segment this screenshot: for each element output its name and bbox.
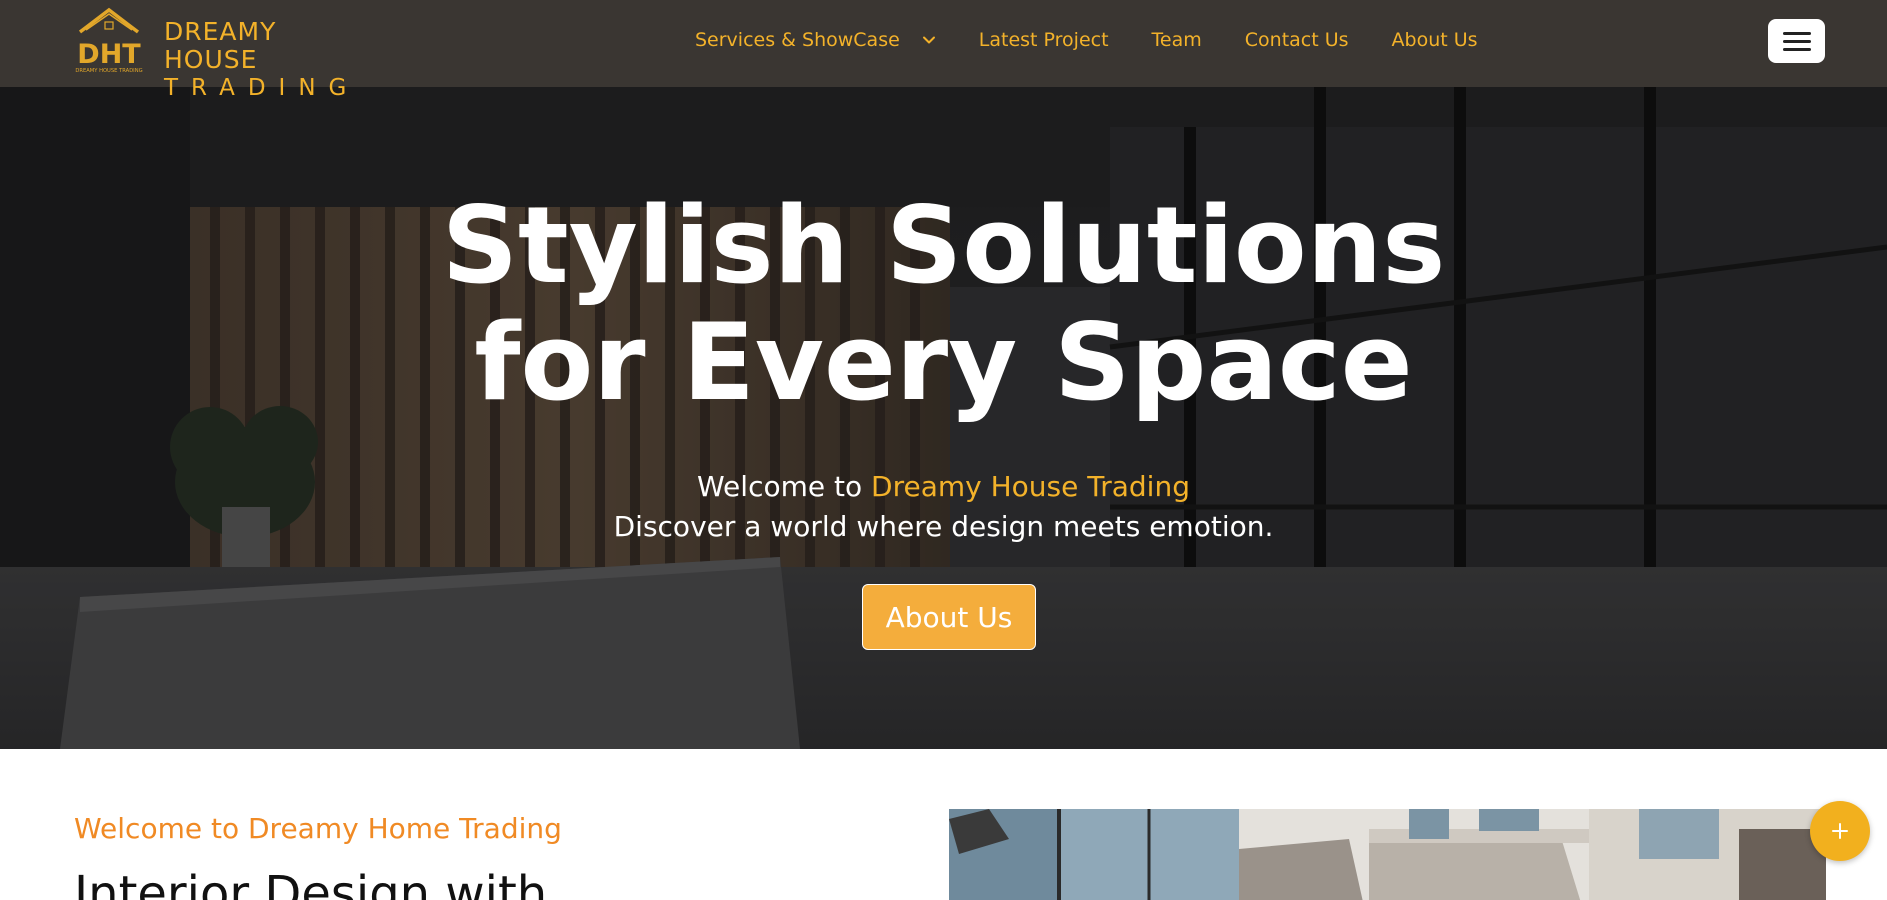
hero-welcome-brand: Dreamy House Trading (871, 470, 1190, 503)
about-eyebrow: Welcome to Dreamy Home Trading (74, 812, 562, 845)
navbar: DHT DREAMY HOUSE TRADING DREAMY HOUSE TR… (0, 0, 1887, 101)
nav-item-latest-project[interactable]: Latest Project (979, 26, 1109, 54)
logo-subtext: DREAMY HOUSE TRADING (75, 68, 142, 74)
hero-title-line1: Stylish Solutions (441, 184, 1446, 307)
hero-welcome-prefix: Welcome to (697, 470, 872, 503)
about-image (949, 809, 1826, 900)
brand-name-line1: DREAMY HOUSE (164, 17, 277, 74)
brand-name: DREAMY HOUSE TRADING (164, 18, 374, 102)
hamburger-icon (1783, 32, 1811, 35)
brand-name-line2: TRADING (164, 75, 360, 101)
about-heading: Interior Design with (74, 866, 548, 900)
hero-tagline: Discover a world where design meets emot… (613, 510, 1274, 543)
hero-title: Stylish Solutions for Every Space (0, 187, 1887, 421)
main-nav: Services & ShowCase Latest Project Team … (695, 26, 1521, 54)
nav-item-about-us[interactable]: About Us (1392, 26, 1478, 54)
hero-section: Stylish Solutions for Every Space Welcom… (0, 87, 1887, 749)
brand-link[interactable]: DHT DREAMY HOUSE TRADING DREAMY HOUSE TR… (74, 6, 374, 101)
menu-toggle-button[interactable] (1768, 19, 1825, 63)
logo-text: DHT (77, 39, 141, 70)
nav-item-team[interactable]: Team (1152, 26, 1202, 54)
floating-action-button[interactable] (1810, 801, 1870, 861)
building-facade-image (949, 809, 1826, 900)
nav-item-contact-us[interactable]: Contact Us (1245, 26, 1349, 54)
hamburger-icon (1783, 40, 1811, 43)
plus-icon (1832, 823, 1848, 839)
chevron-down-icon[interactable] (922, 33, 936, 47)
logo-icon: DHT DREAMY HOUSE TRADING (75, 7, 143, 74)
about-section: Welcome to Dreamy Home Trading Interior … (0, 749, 1887, 900)
hero-title-line2: for Every Space (474, 301, 1413, 424)
nav-item-services-showcase[interactable]: Services & ShowCase (695, 26, 936, 54)
about-us-button[interactable]: About Us (862, 584, 1036, 650)
hero-welcome-text: Welcome to Dreamy House Trading (0, 467, 1887, 507)
nav-item-label: Services & ShowCase (695, 29, 900, 51)
hamburger-icon (1783, 48, 1811, 51)
